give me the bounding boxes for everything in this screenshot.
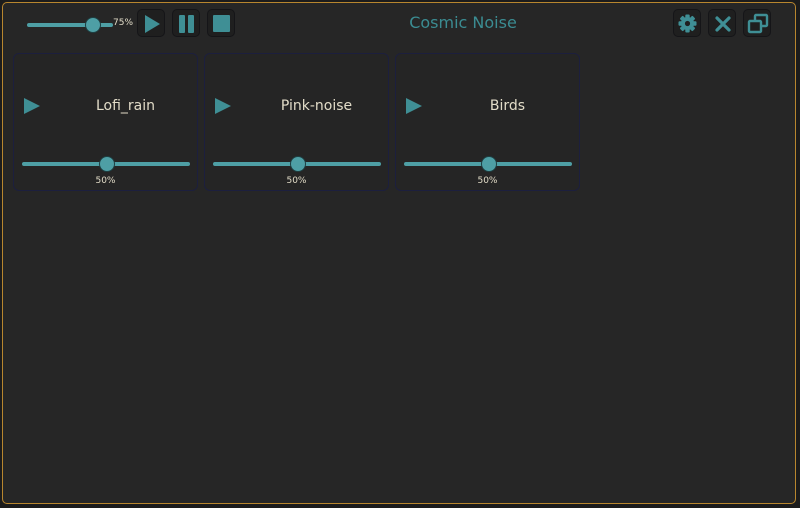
slider-thumb[interactable] (290, 156, 306, 172)
gear-icon (678, 14, 697, 33)
restore-window-button[interactable] (743, 9, 771, 37)
stop-icon (213, 15, 230, 32)
app-title: Cosmic Noise (409, 13, 517, 32)
stop-all-button[interactable] (207, 9, 235, 37)
settings-button[interactable] (673, 9, 701, 37)
sound-volume-slider[interactable] (22, 154, 190, 174)
sound-name: Birds (489, 98, 526, 114)
pause-icon (179, 15, 194, 33)
play-icon[interactable] (23, 97, 41, 115)
restore-window-icon (747, 13, 769, 34)
master-volume-slider[interactable] (27, 15, 113, 35)
sound-card: Pink-noise 50% (204, 53, 389, 191)
sound-volume-value: 50% (477, 176, 498, 186)
play-all-button[interactable] (137, 9, 165, 37)
sound-volume-value: 50% (286, 176, 307, 186)
sound-name: Lofi_rain (95, 98, 156, 114)
app-window: 75% Cosmic Noise Lofi_rain 50% Pink-nois… (2, 2, 796, 504)
slider-thumb[interactable] (84, 17, 101, 33)
sound-name: Pink-noise (280, 98, 353, 114)
play-icon[interactable] (405, 97, 423, 115)
sound-volume-value: 50% (95, 176, 116, 186)
master-volume-value: 75% (113, 18, 134, 28)
slider-thumb[interactable] (99, 156, 115, 172)
sound-card: Lofi_rain 50% (13, 53, 198, 191)
slider-thumb[interactable] (481, 156, 497, 172)
sound-volume-slider[interactable] (404, 154, 572, 174)
close-button[interactable] (708, 9, 736, 37)
play-icon (145, 15, 160, 33)
pause-all-button[interactable] (172, 9, 200, 37)
sound-volume-slider[interactable] (213, 154, 381, 174)
play-icon[interactable] (214, 97, 232, 115)
close-icon (715, 16, 731, 32)
sound-card: Birds 50% (395, 53, 580, 191)
